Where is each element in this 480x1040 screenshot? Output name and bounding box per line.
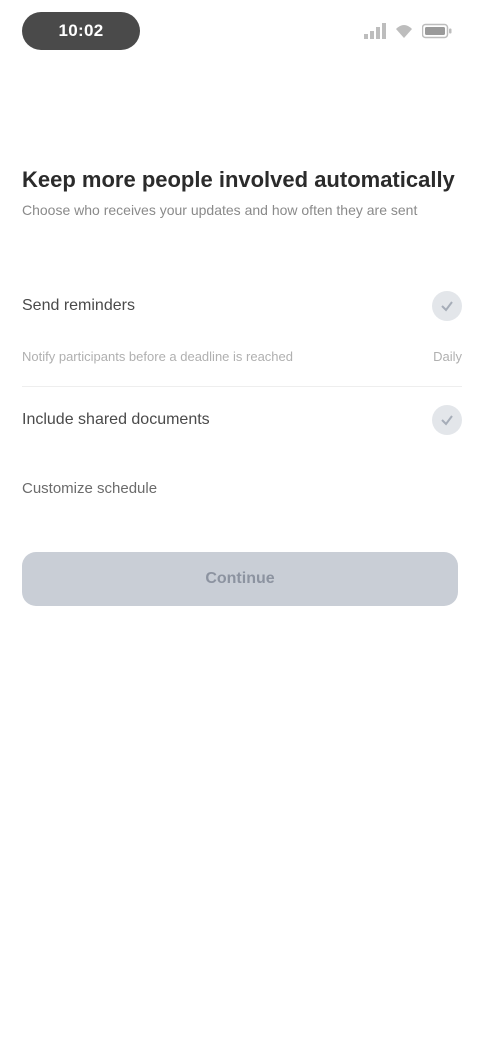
toggle-circle-reminders[interactable] (432, 291, 462, 321)
page-subtitle: Choose who receives your updates and how… (22, 202, 418, 218)
status-bar: 10:02 (0, 0, 480, 64)
option-label: Include shared documents (22, 411, 210, 428)
option-label: Send reminders (22, 297, 135, 314)
battery-icon (422, 23, 452, 39)
option-row-reminders[interactable]: Send reminders (22, 288, 462, 324)
option-row-documents[interactable]: Include shared documents (22, 402, 462, 438)
option-desc-row: Notify participants before a deadline is… (22, 344, 462, 368)
continue-button[interactable]: Continue (22, 552, 458, 606)
page-title: Keep more people involved automatically (22, 167, 455, 192)
customize-schedule-link[interactable]: Customize schedule (22, 480, 157, 497)
check-icon (441, 415, 453, 426)
signal-icon (364, 23, 386, 39)
toggle-circle-documents[interactable] (432, 405, 462, 435)
option-description: Notify participants before a deadline is… (22, 348, 293, 364)
status-time: 10:02 (22, 12, 140, 50)
status-icons (364, 20, 452, 42)
check-icon (441, 301, 453, 312)
wifi-icon (396, 25, 412, 38)
divider (22, 386, 462, 387)
option-value: Daily (433, 348, 462, 364)
